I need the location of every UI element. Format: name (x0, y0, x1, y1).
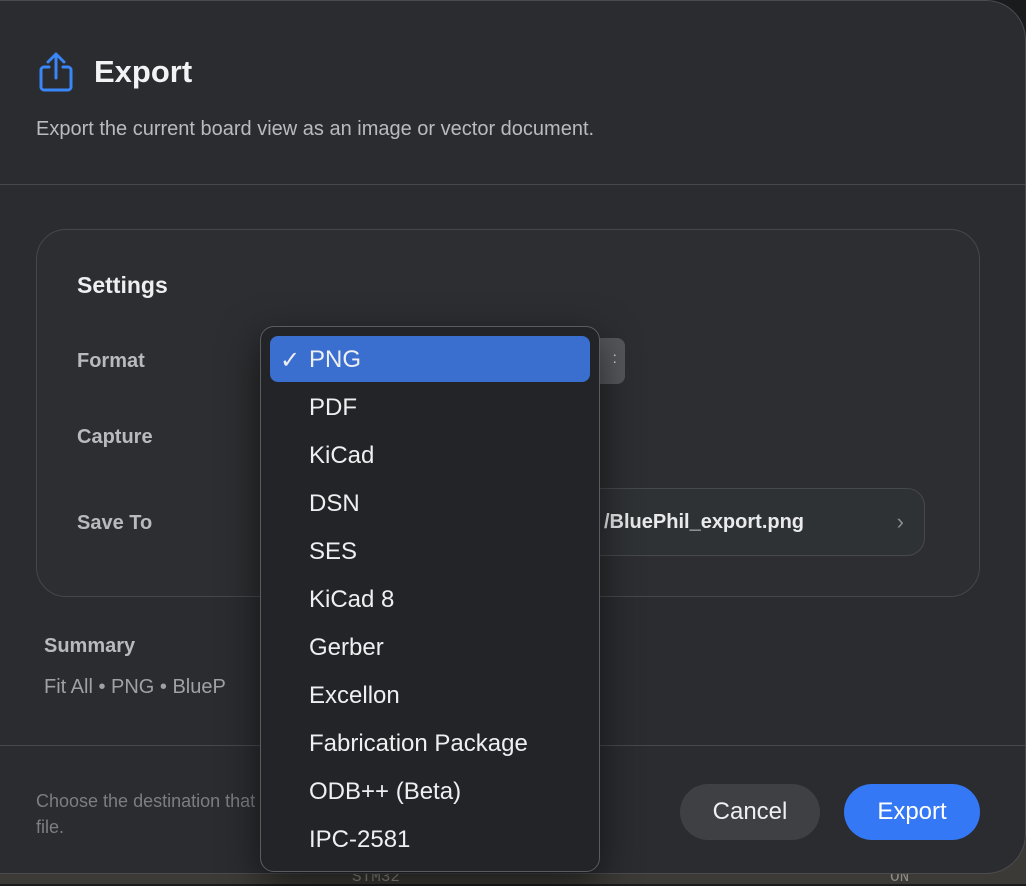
menu-item-label: SES (309, 538, 358, 565)
menu-item-label: PDF (309, 394, 357, 421)
footer-hint: Choose the destination that file. (36, 791, 256, 837)
menu-item-label: KiCad 8 (309, 586, 395, 613)
menu-item-label: PNG (309, 346, 362, 373)
menu-item-dsn[interactable]: DSN (270, 480, 590, 526)
dialog-subtitle: Export the current board view as an imag… (36, 118, 595, 140)
menu-item-fabrication-package[interactable]: Fabrication Package (270, 720, 590, 766)
chevron-updown-icon: : (612, 350, 617, 367)
menu-item-excellon[interactable]: Excellon (270, 672, 590, 718)
menu-item-odb[interactable]: ODB++ (Beta) (270, 768, 590, 814)
menu-item-label: Excellon (309, 682, 400, 709)
capture-label: Capture (77, 426, 153, 448)
menu-item-label: IPC-2581 (309, 826, 411, 853)
menu-item-label: DSN (309, 490, 360, 517)
format-label: Format (77, 350, 145, 372)
menu-item-label: ODB++ (Beta) (309, 778, 462, 805)
chevron-right-icon: › (896, 509, 904, 534)
menu-item-ses[interactable]: SES (270, 528, 590, 574)
dialog-title: Export (94, 54, 193, 89)
menu-item-kicad-8[interactable]: KiCad 8 (270, 576, 590, 622)
save-path-text: /BluePhil_export.png (604, 511, 805, 533)
menu-item-png[interactable]: ✓ PNG (270, 336, 590, 382)
cancel-button[interactable]: Cancel (680, 784, 820, 840)
menu-item-label: KiCad (309, 442, 375, 469)
menu-item-ipc-2581[interactable]: IPC-2581 (270, 816, 590, 862)
summary-title: Summary (44, 635, 136, 657)
settings-title: Settings (77, 272, 168, 298)
summary-text: Fit All • PNG • BlueP (44, 676, 226, 698)
dialog-header: Export Export the current board view as … (0, 1, 1025, 185)
menu-item-gerber[interactable]: Gerber (270, 624, 590, 670)
checkmark-icon: ✓ (280, 347, 301, 374)
share-icon (39, 52, 73, 92)
export-button[interactable]: Export (844, 784, 980, 840)
format-dropdown-menu: ✓ PNG PDF KiCad DSN SES KiCad 8 Gerber E… (260, 326, 600, 872)
menu-item-label: Fabrication Package (309, 730, 528, 757)
menu-item-pdf[interactable]: PDF (270, 384, 590, 430)
menu-item-label: Gerber (309, 634, 384, 661)
save-to-label: Save To (77, 512, 153, 534)
menu-item-kicad[interactable]: KiCad (270, 432, 590, 478)
